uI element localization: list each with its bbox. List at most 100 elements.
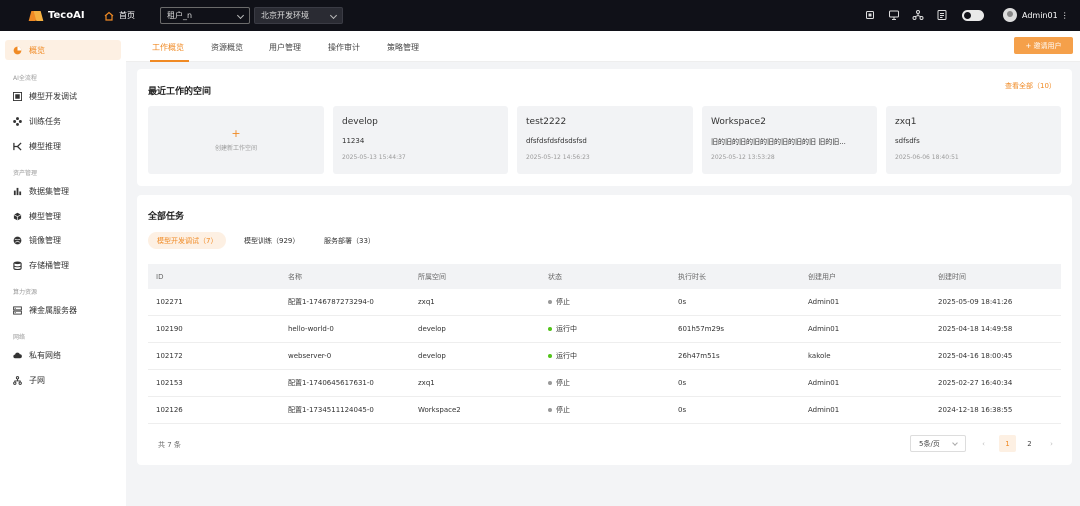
home-label: 首页 [119, 11, 135, 20]
top-bar: TecoAI 首页 租户_n 北京开发环境 Admin01 ⋮ [0, 0, 1080, 31]
tab-resource-overview[interactable]: 资源概览 [211, 42, 243, 53]
workspace-name: Workspace2 [711, 117, 766, 127]
status-dot-icon [548, 327, 552, 331]
table-row[interactable]: 102126 配置1-1734511124045-0 Workspace2 停止 0s A… [148, 397, 1061, 424]
globe-icon [13, 236, 22, 245]
workspace-time: 2025-06-06 18:40:51 [895, 154, 959, 161]
chevron-down-icon [236, 11, 245, 20]
chip-icon[interactable] [864, 9, 876, 21]
new-workspace-card[interactable]: + 创建新工作空间 [148, 106, 324, 174]
next-page-button[interactable]: › [1043, 435, 1060, 452]
monitor-icon[interactable] [888, 9, 900, 21]
sidebar-item-label: 私有网络 [29, 351, 61, 360]
sidebar-item-training[interactable]: 训练任务 [13, 116, 61, 127]
table-row[interactable]: 102153 配置1-1740645617631-0 zxq1 停止 0s Admin01… [148, 370, 1061, 397]
sidebar-item-overview[interactable]: 概览 [5, 40, 121, 60]
workspace-card[interactable]: Workspace2 旧的旧的旧的旧的旧的旧的旧的旧 旧的旧... 2025-0… [702, 106, 877, 174]
subtab-model-dev[interactable]: 模型开发调试（7） [148, 232, 227, 249]
cell-id: 102190 [156, 325, 183, 333]
status-dot-icon [548, 300, 552, 304]
view-all-link[interactable]: 查看全部（10） [1005, 81, 1056, 91]
user-name: Admin01 [1022, 10, 1058, 20]
sidebar-item-label: 裸金属服务器 [29, 306, 77, 315]
page-size-value: 5条/页 [919, 439, 940, 448]
sidebar-item-label: 概览 [29, 45, 45, 55]
sidebar-item-buckets[interactable]: 存储桶管理 [13, 260, 69, 271]
table-body: 102271 配置1-1746787273294-0 zxq1 停止 0s Admin01… [148, 289, 1061, 424]
table-row[interactable]: 102172 webserver-0 develop 运行中 26h47m51s kako… [148, 343, 1061, 370]
environment-select[interactable]: 北京开发环境 [254, 7, 343, 24]
status-cell: 运行中 [548, 343, 577, 369]
cube-icon [13, 212, 22, 221]
sidebar-item-vpc[interactable]: 私有网络 [13, 350, 61, 361]
home-icon [104, 11, 114, 21]
pie-chart-icon [13, 46, 22, 54]
sidebar-item-label: 镜像管理 [29, 236, 61, 245]
sidebar-item-label: 存储桶管理 [29, 261, 69, 270]
cell-id: 102153 [156, 379, 183, 387]
cloud-icon [13, 352, 22, 359]
cell-user: Admin01 [808, 298, 840, 306]
sidebar-item-inference[interactable]: 模型推理 [13, 141, 61, 152]
tasks-table: ID 名称 所属空间 状态 执行时长 创建用户 创建时间 102271 配置1-1… [148, 264, 1061, 424]
section-title: 全部任务 [148, 212, 185, 222]
new-workspace-label: 创建新工作空间 [214, 145, 257, 152]
tab-policy[interactable]: 策略管理 [387, 42, 419, 53]
tenant-select[interactable]: 租户_n [160, 7, 250, 24]
chevron-down-icon [329, 11, 338, 20]
table-row[interactable]: 102271 配置1-1746787273294-0 zxq1 停止 0s Admin01… [148, 289, 1061, 316]
flow-icon [13, 142, 22, 151]
workspace-card[interactable]: zxq1 sdfsdfs 2025-06-06 18:40:51 [886, 106, 1061, 174]
workspace-card[interactable]: test2222 dfsfdsfdsfdsdsfsd 2025-05-12 14… [517, 106, 693, 174]
workspace-time: 2025-05-12 14:56:23 [526, 154, 590, 161]
database-icon [13, 261, 22, 270]
cell-name: webserver-0 [288, 352, 332, 360]
prev-page-button[interactable]: ‹ [975, 435, 992, 452]
invite-user-button[interactable]: + 邀请用户 [1014, 37, 1073, 54]
sidebar-item-model-dev[interactable]: 模型开发调试 [13, 91, 77, 102]
page-button[interactable]: 1 [999, 435, 1016, 452]
sidebar-item-label: 子网 [29, 376, 45, 385]
theme-toggle[interactable] [962, 9, 984, 21]
workspace-card[interactable]: develop 11234 2025-05-13 15:44:37 [333, 106, 508, 174]
tab-audit[interactable]: 操作审计 [328, 42, 360, 53]
subtab-training[interactable]: 模型训练（929） [244, 232, 299, 249]
status-text: 停止 [556, 298, 570, 306]
table-row[interactable]: 102190 hello-world-0 develop 运行中 601h57m29s A… [148, 316, 1061, 343]
cell-name: hello-world-0 [288, 325, 334, 333]
column-header: 创建用户 [808, 272, 836, 281]
sidebar-item-models[interactable]: 模型管理 [13, 211, 61, 222]
home-link[interactable]: 首页 [104, 10, 135, 21]
column-header: 所属空间 [418, 272, 446, 281]
column-header: 名称 [288, 272, 302, 281]
cell-space: zxq1 [418, 379, 435, 387]
chevron-down-icon [952, 440, 958, 446]
cell-created: 2025-04-18 14:49:58 [938, 325, 1013, 333]
cell-user: kakole [808, 352, 831, 360]
sidebar-item-bare-metal[interactable]: 裸金属服务器 [13, 305, 77, 316]
sidebar-item-datasets[interactable]: 数据集管理 [13, 186, 69, 197]
network-icon[interactable] [912, 9, 924, 21]
subtab-deployment[interactable]: 服务部署（33） [324, 232, 375, 249]
top-toolbar [864, 9, 984, 21]
total-count: 共 7 条 [158, 441, 181, 449]
page-button[interactable]: 2 [1021, 435, 1038, 452]
page-size-select[interactable]: 5条/页 [910, 435, 966, 452]
tab-work-overview[interactable]: 工作概览 [152, 42, 184, 53]
status-text: 运行中 [556, 352, 577, 360]
brand-logo[interactable]: TecoAI [30, 10, 100, 22]
sidebar-item-subnet[interactable]: 子网 [13, 375, 45, 386]
sidebar-item-images[interactable]: 镜像管理 [13, 235, 61, 246]
status-dot-icon [548, 408, 552, 412]
section-title: 最近工作的空间 [148, 87, 212, 97]
brand-name: TecoAI [48, 10, 85, 21]
cell-id: 102172 [156, 352, 183, 360]
sidebar: 概览 AI全流程 模型开发调试 训练任务 模型推理 资产管理 数据集管理 模型管… [0, 31, 126, 506]
tab-user-management[interactable]: 用户管理 [269, 42, 301, 53]
cell-user: Admin01 [808, 379, 840, 387]
document-icon[interactable] [936, 9, 948, 21]
cell-created: 2025-02-27 16:40:34 [938, 379, 1013, 387]
cell-duration: 0s [678, 298, 687, 306]
user-menu[interactable]: Admin01 ⋮ [1003, 8, 1069, 22]
active-tab-indicator [150, 60, 189, 62]
